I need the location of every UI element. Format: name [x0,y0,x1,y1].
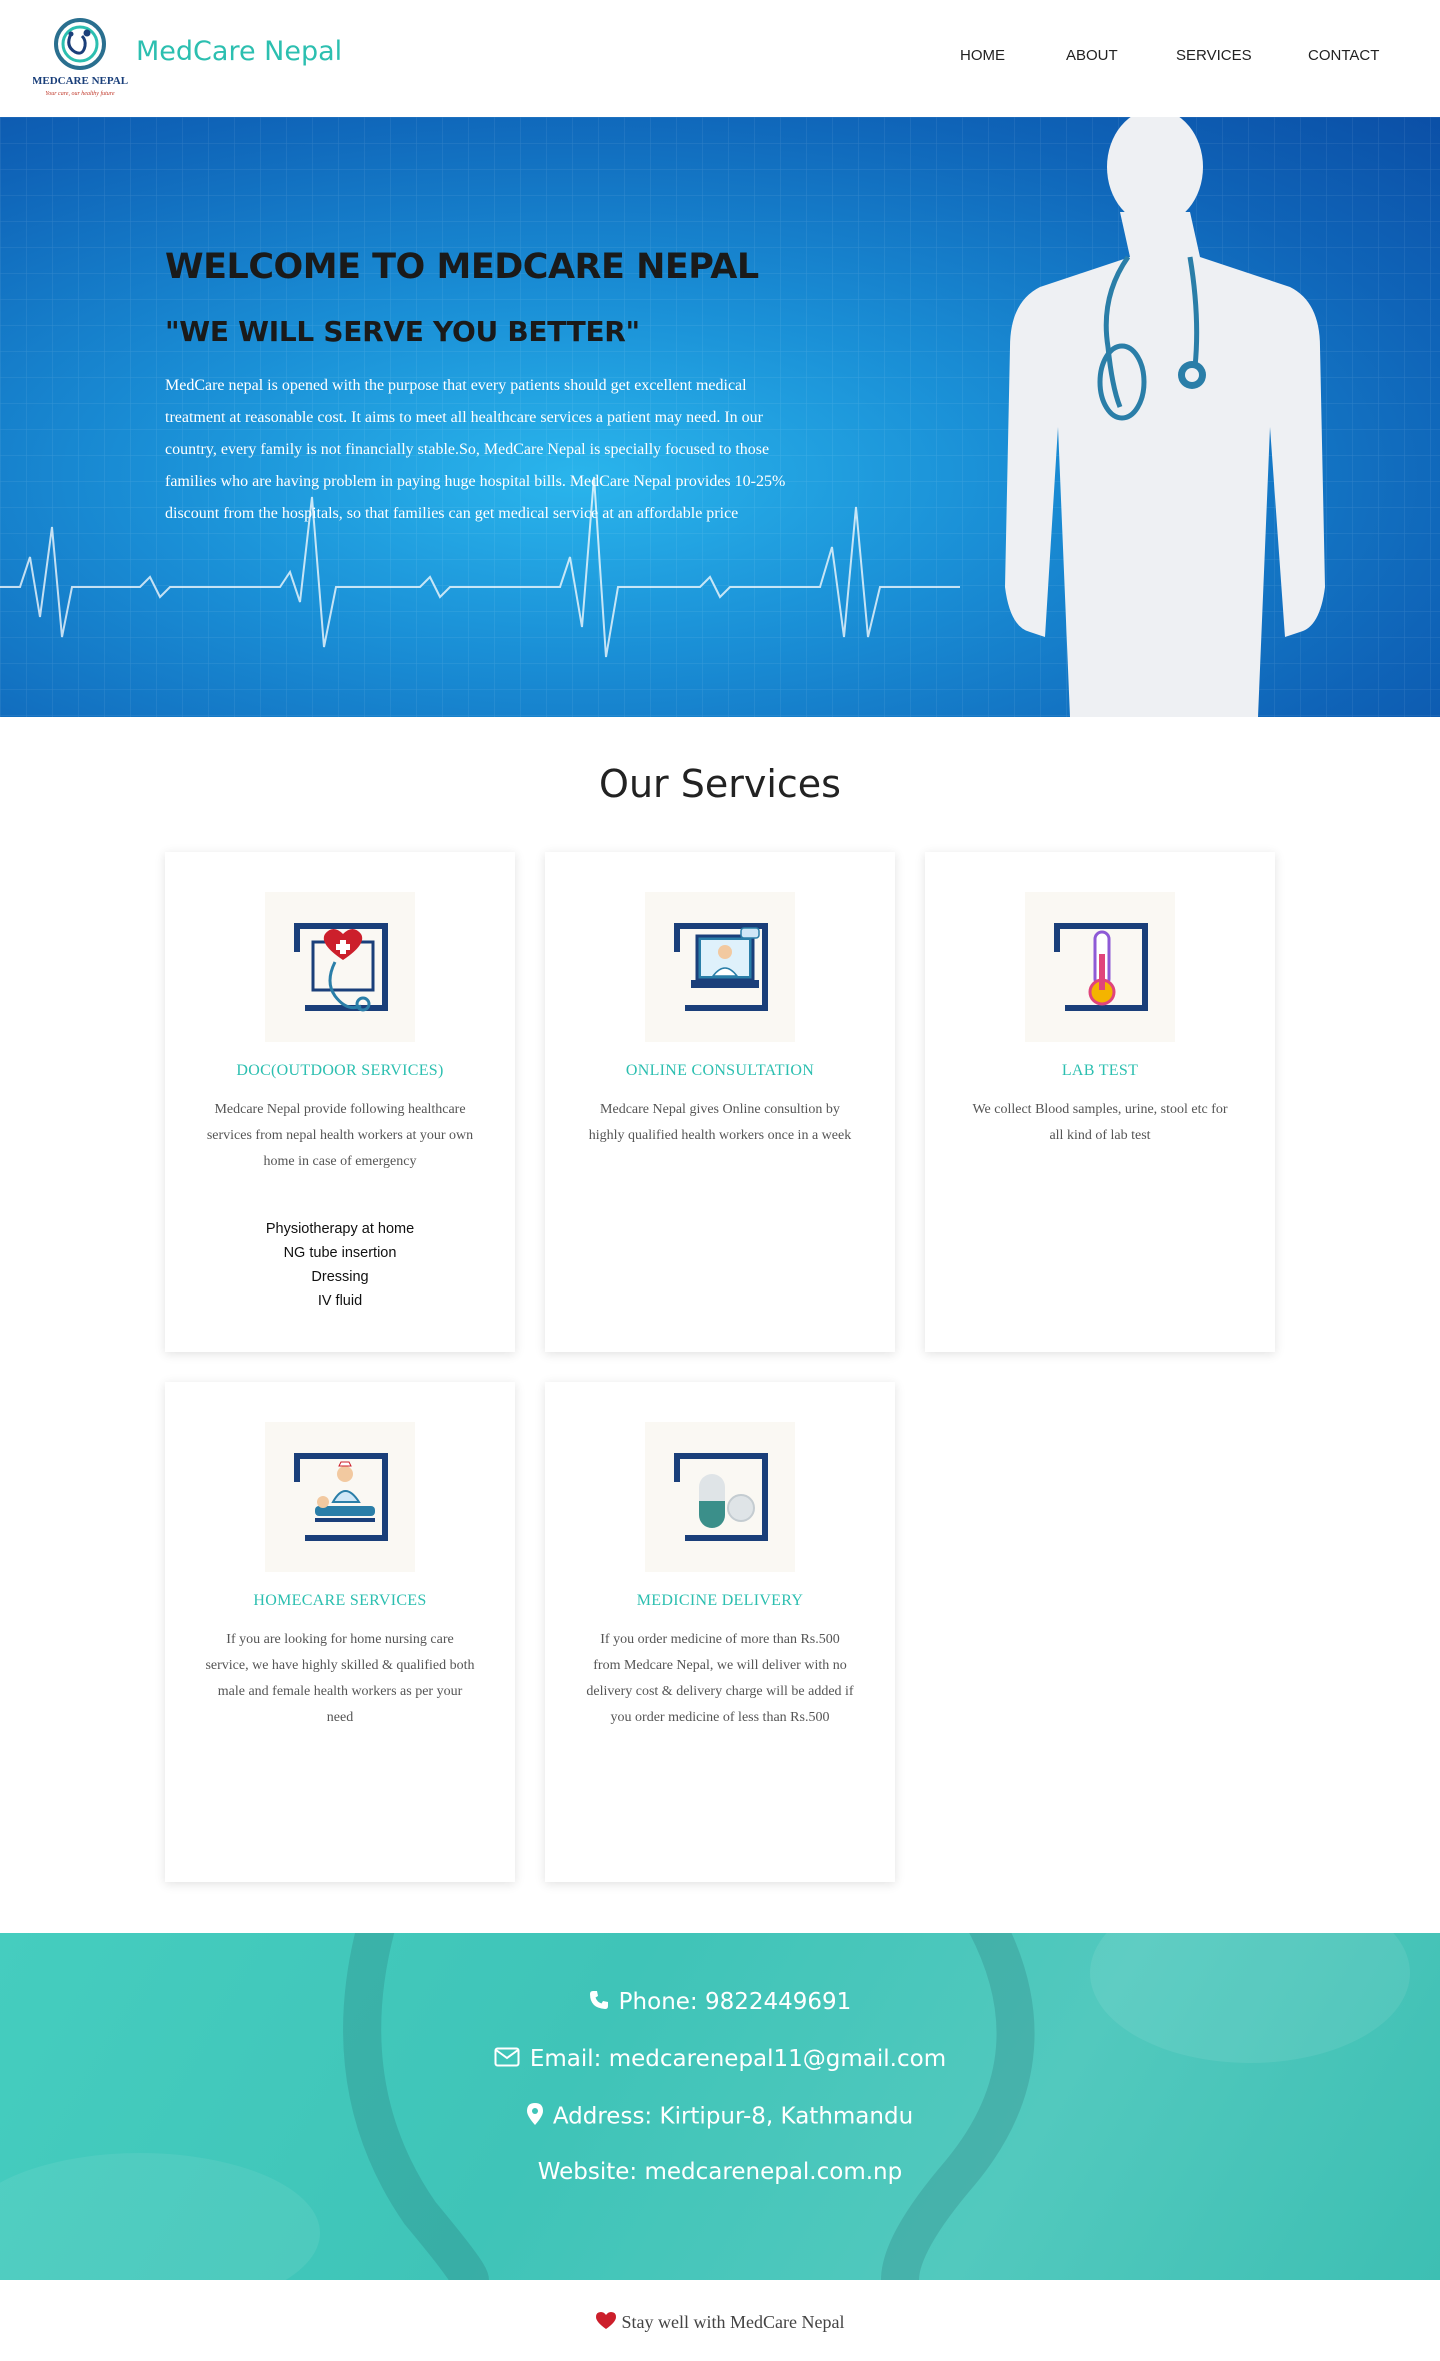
homecare-nurse-icon [265,1422,415,1572]
contact-website[interactable]: Website: medcarenepal.com.np [0,2159,1440,2185]
service-title: DOC(OUTDOOR SERVICES) [236,1062,444,1079]
service-title: ONLINE CONSULTATION [625,1062,815,1079]
nav-about[interactable]: ABOUT [1066,47,1118,64]
site-footer: Stay well with MedCare Nepal [0,2280,1440,2361]
service-description: If you are looking for home nursing care… [205,1632,475,1725]
list-item: IV fluid [317,1293,363,1309]
contact-email[interactable]: Email: medcarenepal11@gmail.com [0,2046,1440,2073]
service-card-lab-test[interactable]: LAB TEST We collect Blood samples, urine… [925,852,1275,1352]
phone-text: Phone: 9822449691 [618,1989,852,2015]
nav-services[interactable]: SERVICES [1176,47,1252,64]
service-description: Medcare Nepal gives Online consultion by… [588,1102,852,1143]
nav-contact[interactable]: CONTACT [1308,47,1379,64]
service-card-online-consultation[interactable]: ONLINE CONSULTATION Medcare Nepal gives … [545,852,895,1352]
map-marker-icon [526,2103,543,2131]
hero-description: MedCare nepal is opened with the purpose… [165,377,786,522]
heart-stethoscope-icon [265,892,415,1042]
list-item: Physiotherapy at home [265,1221,415,1237]
contact-address[interactable]: Address: Kirtipur-8, Kathmandu [0,2103,1440,2131]
site-logo[interactable]: MEDCARE NEPAL Your care, our healthy fut… [32,14,128,100]
phone-icon [589,1990,609,2016]
service-title: LAB TEST [1061,1062,1139,1079]
capsule-icon [645,1422,795,1572]
contact-phone[interactable]: Phone: 9822449691 [0,1989,1440,2016]
hero-subtitle: "WE WILL SERVE YOU BETTER" [165,315,640,348]
contact-section: Phone: 9822449691 Email: medcarenepal11@… [0,1933,1440,2280]
service-card-medicine-delivery[interactable]: MEDICINE DELIVERY If you order medicine … [545,1382,895,1882]
logo-tagline: Your care, our healthy future [45,90,115,97]
service-title: MEDICINE DELIVERY [636,1592,804,1609]
footer-text: Stay well with MedCare Nepal [621,2312,845,2332]
website-text: Website: medcarenepal.com.np [537,2159,903,2185]
list-item: NG tube insertion [283,1245,397,1261]
service-description: If you order medicine of more than Rs.50… [586,1632,854,1725]
service-description: We collect Blood samples, urine, stool e… [972,1102,1228,1143]
online-doctor-icon [645,892,795,1042]
brand-name[interactable]: MedCare Nepal [136,36,342,67]
service-card-doc[interactable]: DOC(OUTDOOR SERVICES) Medcare Nepal prov… [165,852,515,1352]
service-description: Medcare Nepal provide following healthca… [206,1102,474,1169]
address-text: Address: Kirtipur-8, Kathmandu [552,2103,914,2130]
service-card-homecare[interactable]: HOMECARE SERVICES If you are looking for… [165,1382,515,1882]
service-title: HOMECARE SERVICES [253,1592,427,1609]
list-item: Dressing [311,1269,369,1285]
email-text: Email: medcarenepal11@gmail.com [529,2046,947,2072]
nav-home[interactable]: HOME [960,47,1005,64]
hero-banner: WELCOME TO MEDCARE NEPAL "WE WILL SERVE … [0,117,1440,717]
hero-title: WELCOME TO MEDCARE NEPAL [165,247,759,287]
site-header: MEDCARE NEPAL Your care, our healthy fut… [0,0,1440,117]
heart-icon [595,2312,616,2335]
thermometer-icon [1025,892,1175,1042]
envelope-icon [494,2047,520,2073]
services-heading: Our Services [599,762,841,806]
service-list: Physiotherapy at home NG tube insertion … [165,1217,515,1313]
logo-text: MEDCARE NEPAL [33,75,128,87]
footer-message: Stay well with MedCare Nepal [0,2312,1440,2335]
hero-content: WELCOME TO MEDCARE NEPAL "WE WILL SERVE … [165,247,805,530]
